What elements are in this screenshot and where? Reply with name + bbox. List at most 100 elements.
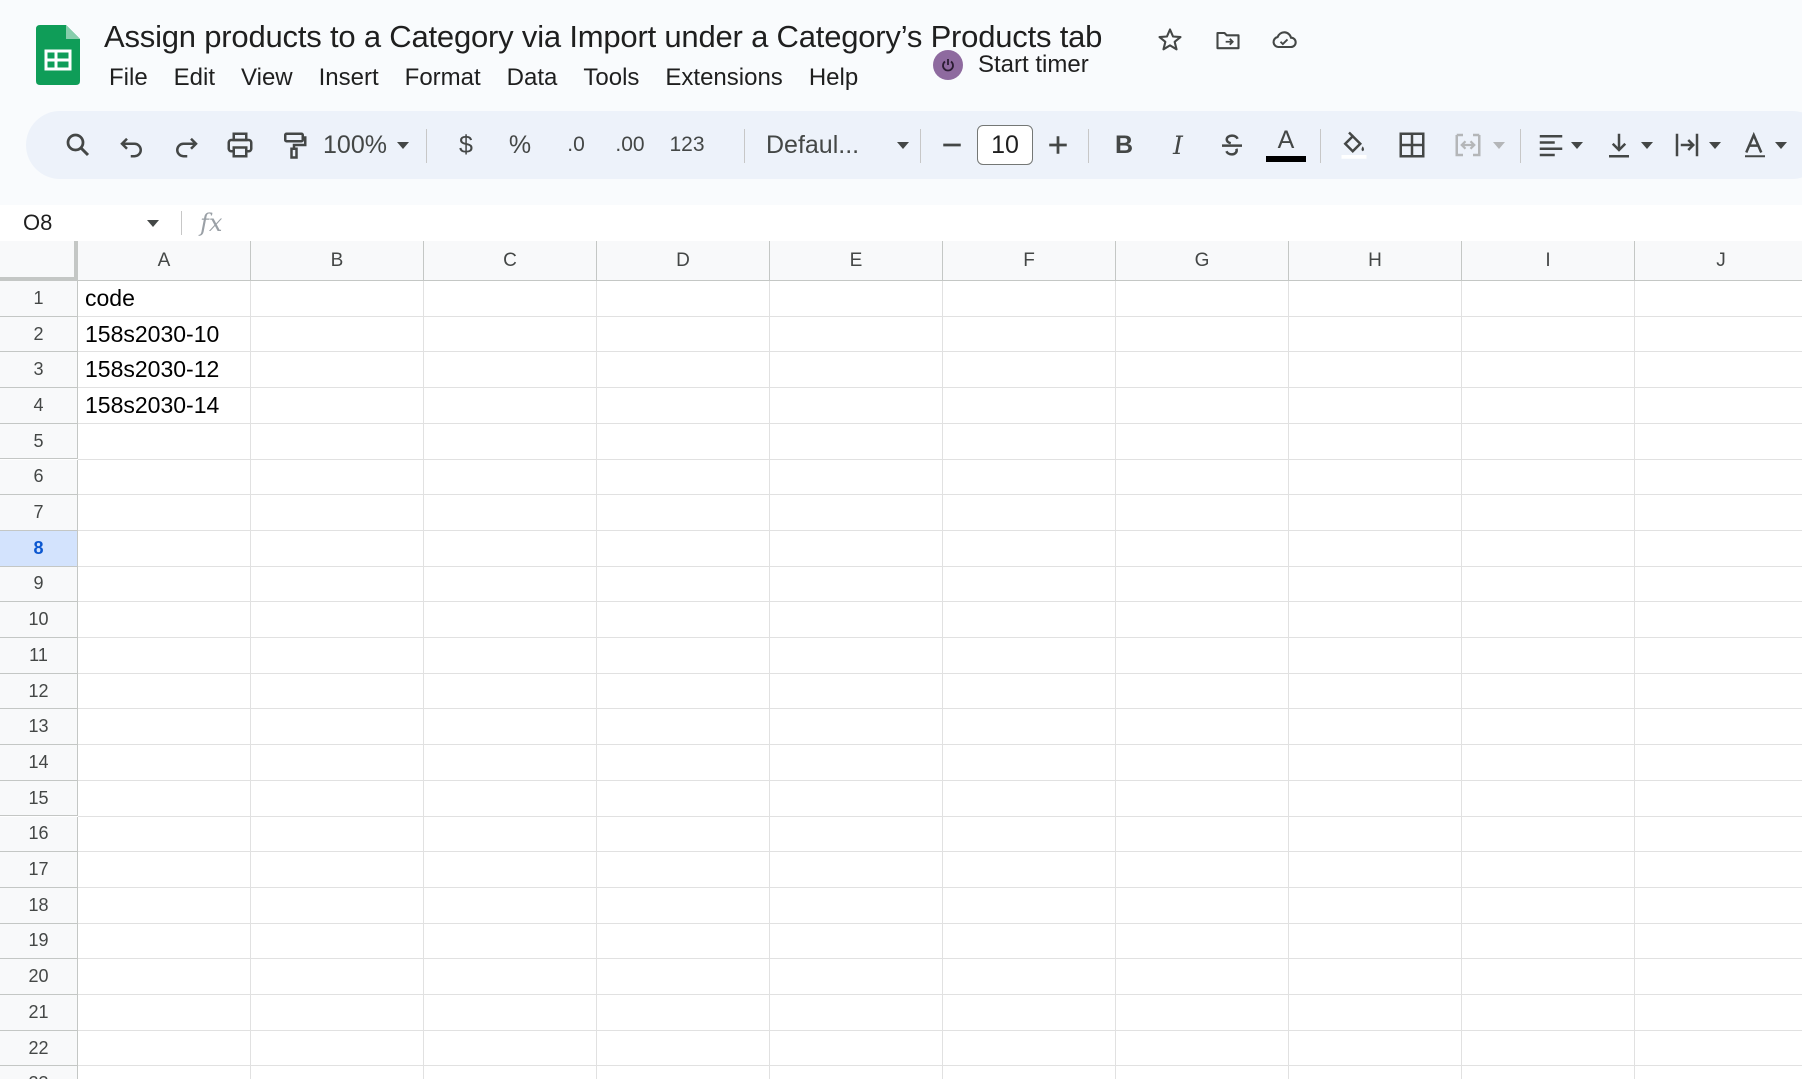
redo-icon[interactable]: [164, 111, 208, 179]
strikethrough-icon[interactable]: [1210, 111, 1254, 179]
fill-color-icon[interactable]: [1330, 111, 1378, 179]
formula-input[interactable]: [240, 205, 1802, 241]
column-header-i[interactable]: I: [1462, 241, 1635, 281]
row-header-14[interactable]: 14: [0, 745, 78, 781]
column-header-a[interactable]: A: [78, 241, 251, 281]
sheets-logo-icon[interactable]: [36, 25, 80, 85]
text-rotation-dropdown-icon[interactable]: [1770, 111, 1792, 179]
merge-cells-icon[interactable]: [1446, 111, 1490, 179]
column-gridline: [423, 281, 424, 1079]
font-size-input[interactable]: 10: [977, 125, 1033, 165]
select-all-corner[interactable]: [0, 241, 78, 281]
row-header-11[interactable]: 11: [0, 638, 78, 674]
zoom-dropdown-icon[interactable]: [390, 111, 416, 179]
borders-icon[interactable]: [1390, 111, 1434, 179]
menu-insert[interactable]: Insert: [306, 62, 392, 94]
row-gridline: [78, 958, 1802, 960]
star-icon[interactable]: [1154, 24, 1186, 56]
spreadsheet-grid[interactable]: A B C D E F G H I J 1 2 3 4 5 6 7 8 9 10 11 12 13 14 15 16 17 18 19 2…: [0, 241, 1802, 1079]
row-header-1[interactable]: 1: [0, 281, 78, 317]
name-box-dropdown-icon[interactable]: [147, 220, 159, 227]
row-gridline: [78, 744, 1802, 746]
row-header-12[interactable]: 12: [0, 673, 78, 710]
font-select[interactable]: Defaul...: [766, 111, 896, 179]
row-header-3[interactable]: 3: [0, 352, 78, 389]
row-header-22[interactable]: 22: [0, 1030, 78, 1067]
row-header-10[interactable]: 10: [0, 602, 78, 638]
text-wrapping-dropdown-icon[interactable]: [1704, 111, 1726, 179]
decrease-font-size-icon[interactable]: [932, 111, 972, 179]
row-header-7[interactable]: 7: [0, 495, 78, 531]
cell-a2[interactable]: 158s2030-10: [85, 321, 219, 348]
column-header-d[interactable]: D: [597, 241, 770, 281]
column-header-b[interactable]: B: [251, 241, 424, 281]
horizontal-align-dropdown-icon[interactable]: [1566, 111, 1588, 179]
row-gridline: [78, 565, 1802, 567]
format-percent-button[interactable]: %: [498, 111, 542, 179]
toolbar-divider: [920, 129, 921, 163]
print-icon[interactable]: [218, 111, 262, 179]
bold-button[interactable]: B: [1102, 111, 1146, 179]
row-gridline: [78, 1029, 1802, 1031]
italic-button[interactable]: I: [1156, 111, 1200, 179]
text-color-button[interactable]: A: [1264, 111, 1308, 179]
menu-view[interactable]: View: [228, 62, 306, 94]
paint-format-icon[interactable]: [272, 111, 316, 179]
row-header-4[interactable]: 4: [0, 388, 78, 424]
increase-decimal-button[interactable]: .00: [606, 111, 654, 179]
cell-a1[interactable]: code: [85, 285, 135, 312]
menu-data[interactable]: Data: [494, 62, 571, 94]
row-header-16[interactable]: 16: [0, 816, 78, 853]
more-formats-button[interactable]: 123: [662, 111, 712, 179]
menu-tools[interactable]: Tools: [570, 62, 652, 94]
merge-dropdown-icon[interactable]: [1488, 111, 1510, 179]
text-wrapping-icon[interactable]: [1666, 111, 1708, 179]
row-header-8[interactable]: 8: [0, 530, 78, 567]
decrease-decimal-button[interactable]: .0: [554, 111, 598, 179]
row-header-13[interactable]: 13: [0, 709, 78, 746]
menu-bar: File Edit View Insert Format Data Tools …: [96, 62, 871, 94]
column-header-f[interactable]: F: [943, 241, 1116, 281]
row-header-21[interactable]: 21: [0, 995, 78, 1031]
row-header-15[interactable]: 15: [0, 780, 78, 817]
column-header-j[interactable]: J: [1635, 241, 1802, 281]
row-gridline: [78, 886, 1802, 888]
cell-a4[interactable]: 158s2030-14: [85, 392, 219, 419]
increase-font-size-icon[interactable]: [1038, 111, 1078, 179]
move-to-folder-icon[interactable]: [1212, 24, 1244, 56]
row-header-9[interactable]: 9: [0, 566, 78, 603]
cloud-status-icon[interactable]: [1268, 24, 1300, 56]
font-dropdown-icon[interactable]: [890, 111, 916, 179]
row-header-18[interactable]: 18: [0, 887, 78, 924]
cell-a3[interactable]: 158s2030-12: [85, 356, 219, 383]
vertical-align-icon[interactable]: [1598, 111, 1640, 179]
name-box[interactable]: O8: [23, 205, 143, 241]
column-header-g[interactable]: G: [1116, 241, 1289, 281]
search-menus-icon[interactable]: [56, 111, 100, 179]
column-header-c[interactable]: C: [424, 241, 597, 281]
column-header-h[interactable]: H: [1289, 241, 1462, 281]
menu-edit[interactable]: Edit: [161, 62, 228, 94]
menu-help[interactable]: Help: [796, 62, 871, 94]
menu-extensions[interactable]: Extensions: [652, 62, 795, 94]
row-header-2[interactable]: 2: [0, 316, 78, 353]
zoom-select[interactable]: 100%: [322, 111, 388, 179]
menu-file[interactable]: File: [96, 62, 161, 94]
row-header-20[interactable]: 20: [0, 959, 78, 995]
undo-icon[interactable]: [110, 111, 154, 179]
format-currency-button[interactable]: $: [446, 111, 486, 179]
menu-format[interactable]: Format: [392, 62, 494, 94]
percent-label: %: [508, 130, 532, 159]
vertical-align-dropdown-icon[interactable]: [1636, 111, 1658, 179]
column-gridline: [250, 281, 251, 1079]
start-timer-label: Start timer: [978, 51, 1089, 78]
row-header-19[interactable]: 19: [0, 923, 78, 960]
row-header-5[interactable]: 5: [0, 423, 78, 460]
row-gridline: [78, 1065, 1802, 1067]
start-timer-button[interactable]: Start timer: [933, 50, 1089, 80]
row-header-6[interactable]: 6: [0, 459, 78, 496]
column-header-e[interactable]: E: [770, 241, 943, 281]
row-header-17[interactable]: 17: [0, 852, 78, 888]
row-gridline: [78, 851, 1802, 853]
row-header-23[interactable]: 23: [0, 1066, 78, 1079]
